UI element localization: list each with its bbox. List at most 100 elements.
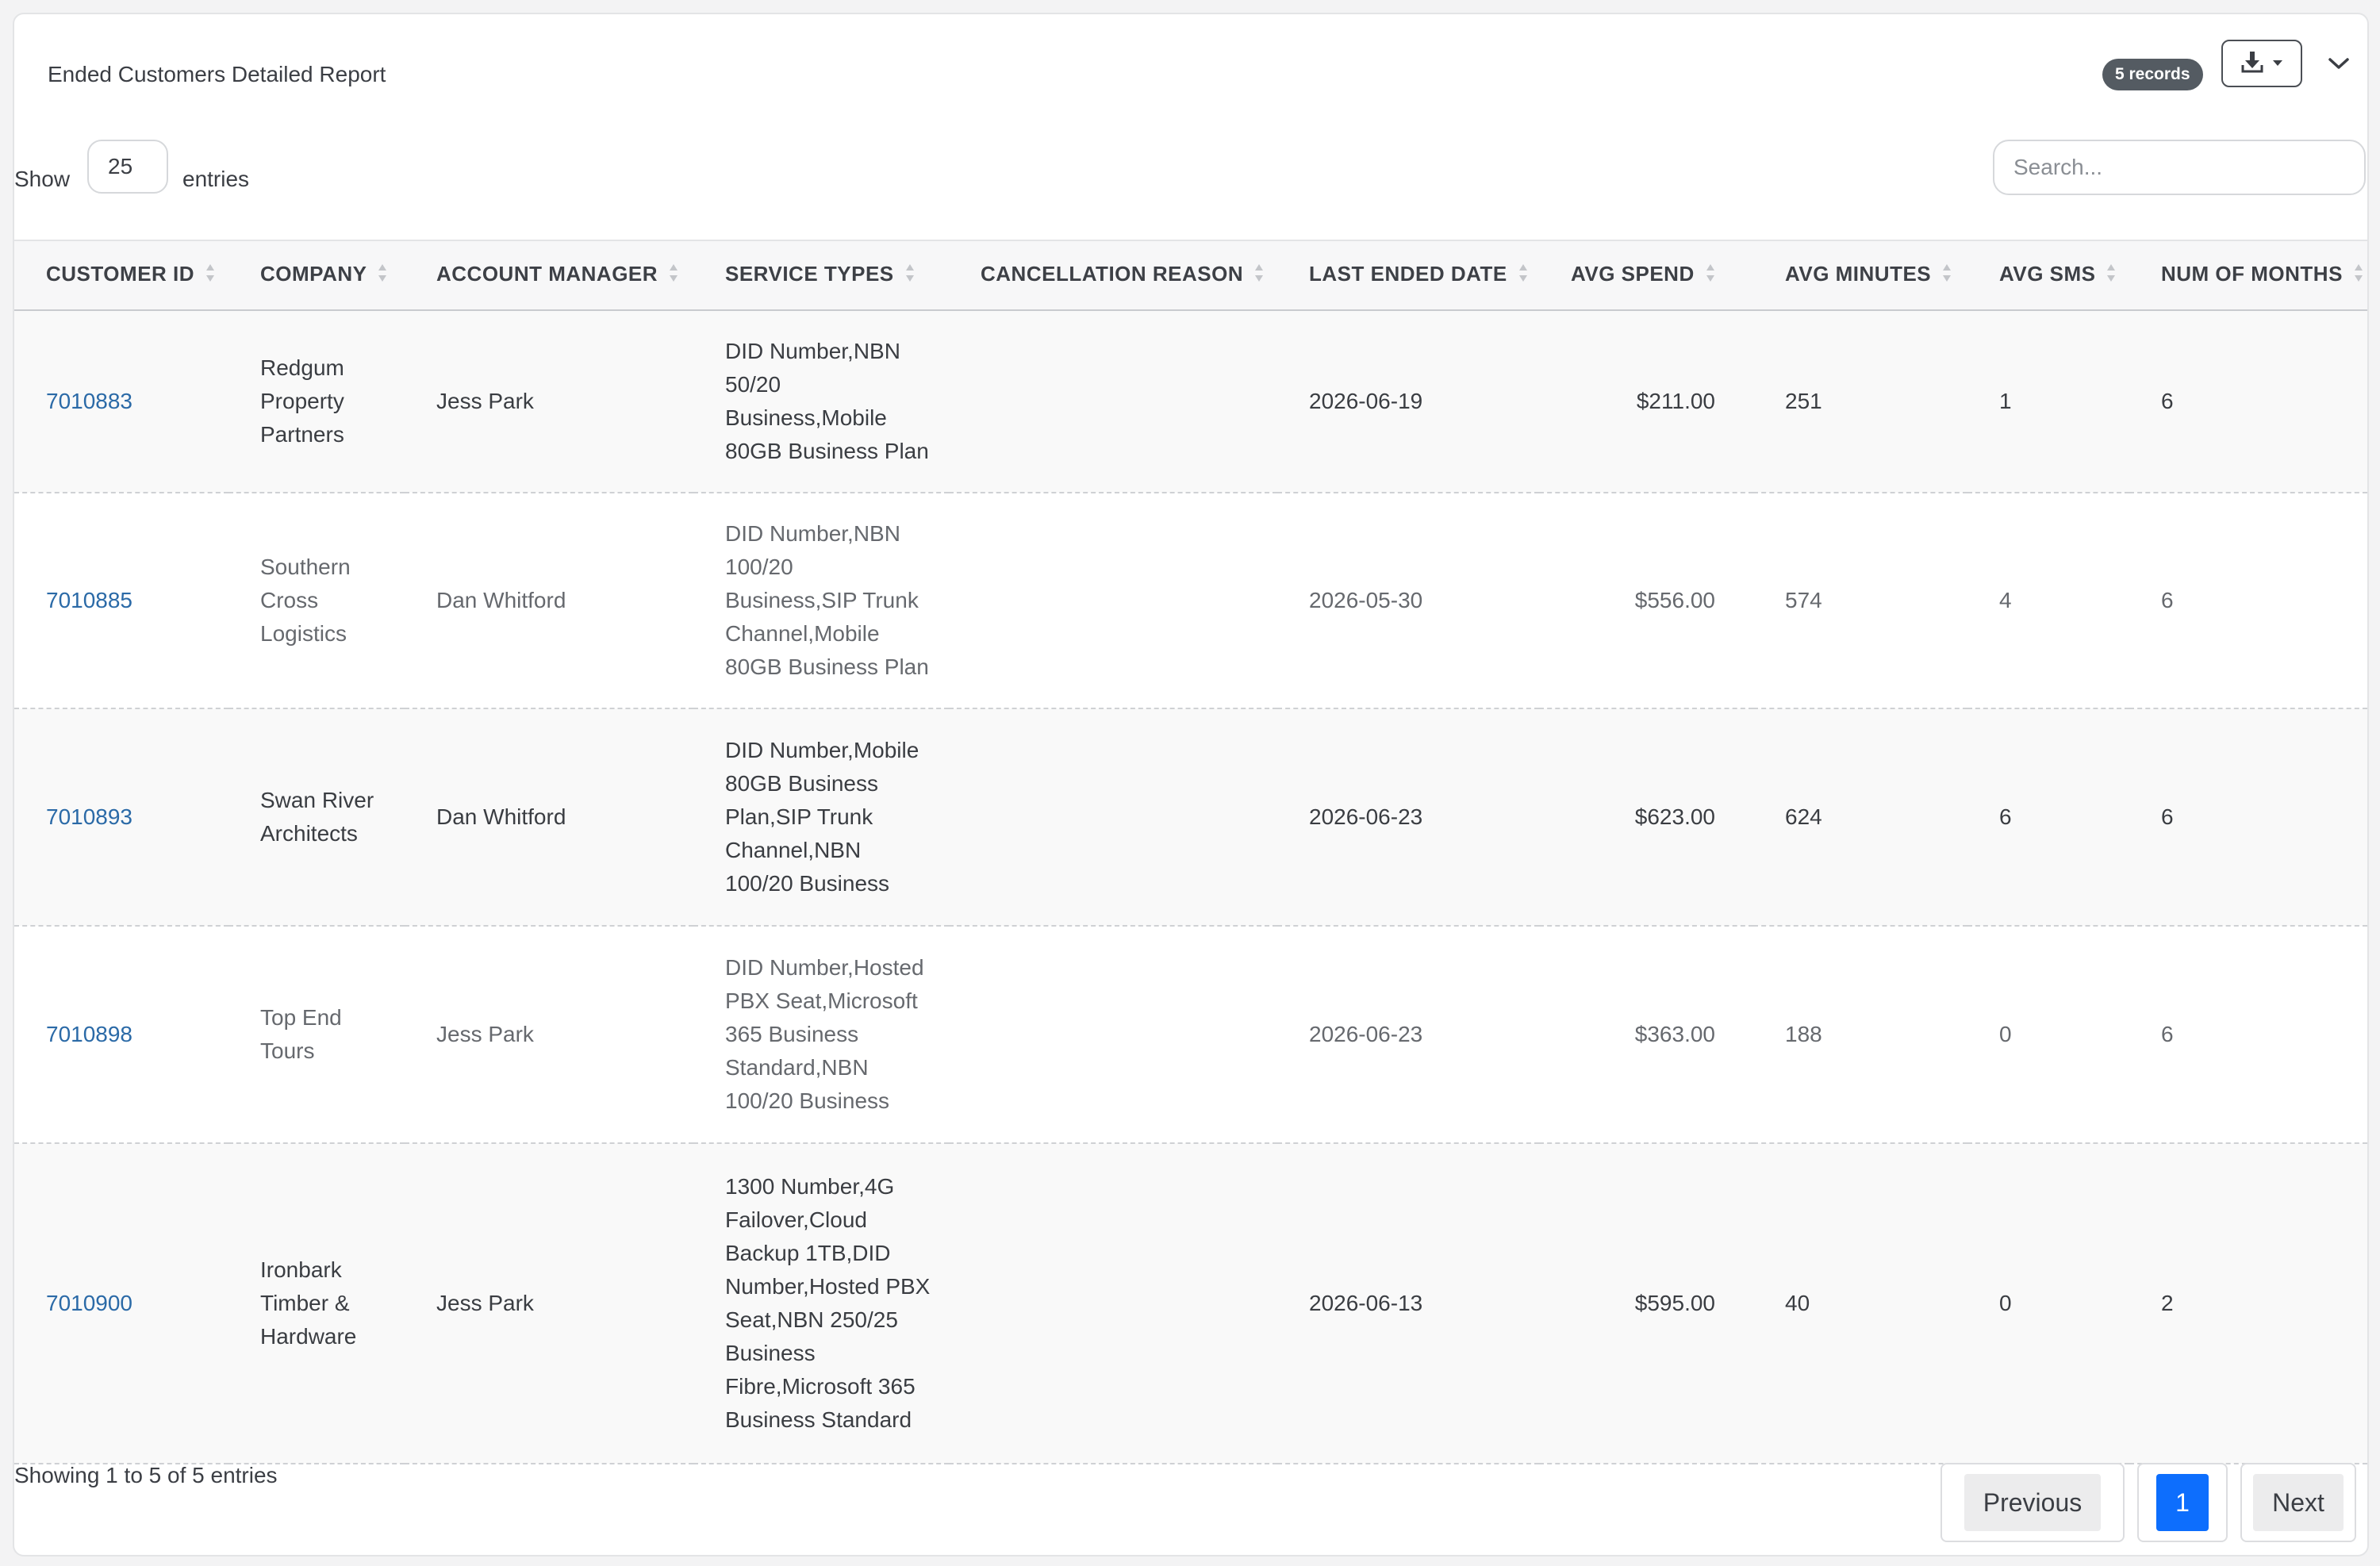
previous-page-button[interactable]: Previous xyxy=(1940,1463,2125,1542)
customer-id-link[interactable]: 7010885 xyxy=(46,588,132,612)
next-page-button[interactable]: Next xyxy=(2240,1463,2356,1542)
column-header-label: COMPANY xyxy=(260,262,367,286)
customer-id-link[interactable]: 7010893 xyxy=(46,804,132,829)
service_types-line: Standard,NBN xyxy=(725,1055,869,1080)
customer-id-link[interactable]: 7010898 xyxy=(46,1022,132,1046)
collapse-button[interactable] xyxy=(2324,51,2353,79)
last-ended-date-value: 2026-06-19 xyxy=(1309,389,1423,413)
next-label: Next xyxy=(2253,1474,2344,1531)
column-header-company[interactable]: COMPANY xyxy=(228,240,405,311)
avg-spend-value: $556.00 xyxy=(1634,588,1715,612)
column-header-service-types[interactable]: SERVICE TYPES xyxy=(693,240,949,311)
chevron-down-icon xyxy=(2328,56,2350,75)
num-of-months-value: 2 xyxy=(2161,1291,2174,1315)
service_types-line: Seat,NBN 250/25 xyxy=(725,1307,898,1332)
column-header-num-of-months[interactable]: NUM OF MONTHS xyxy=(2129,240,2367,311)
column-header-customer-id[interactable]: CUSTOMER ID xyxy=(14,240,228,311)
company-line: Property xyxy=(260,389,344,413)
customer-id-cell: 7010883 xyxy=(14,310,228,493)
service_types-line: Business xyxy=(725,1341,816,1365)
column-header-label: CANCELLATION REASON xyxy=(981,262,1244,286)
table-row[interactable]: 7010900 Ironbark Timber & Hardware Jess Park… xyxy=(14,1143,2367,1464)
customer-id-cell: 7010893 xyxy=(14,708,228,927)
avg-spend-value: $595.00 xyxy=(1634,1291,1715,1315)
column-header-avg-sms[interactable]: AVG SMS xyxy=(1967,240,2129,311)
report-title: Ended Customers Detailed Report xyxy=(48,62,386,86)
table-info: Showing 1 to 5 of 5 entries xyxy=(14,1463,278,1487)
service_types-line: Business Standard xyxy=(725,1407,912,1432)
customer-id-cell: 7010900 xyxy=(14,1143,228,1464)
column-header-avg-spend[interactable]: AVG SPEND xyxy=(1539,240,1753,311)
avg-sms-cell: 0 xyxy=(1967,1143,2129,1464)
service-types-cell: DID Number,NBN 100/20 Business,SIP Trunk Ch… xyxy=(693,493,949,709)
table-row[interactable]: 7010885 Southern Cross Logistics Dan Whitfor… xyxy=(14,493,2367,709)
column-header-account-manager[interactable]: ACCOUNT MANAGER xyxy=(405,240,693,311)
account-manager-cell: Jess Park xyxy=(405,926,693,1144)
column-header-cancellation-reason[interactable]: CANCELLATION REASON xyxy=(949,240,1277,311)
cancellation-reason-cell xyxy=(949,708,1277,927)
search-input[interactable] xyxy=(1993,140,2366,195)
avg-sms-value: 0 xyxy=(1999,1022,2012,1046)
cancellation-reason-cell xyxy=(949,493,1277,709)
avg-sms-value: 6 xyxy=(1999,804,2012,829)
last-ended-date-cell: 2026-06-23 xyxy=(1277,708,1539,927)
table-row[interactable]: 7010893 Swan River Architects Dan Whitford D… xyxy=(14,708,2367,927)
customer-id-link[interactable]: 7010900 xyxy=(46,1291,132,1315)
avg-sms-cell: 4 xyxy=(1967,493,2129,709)
download-button[interactable] xyxy=(2221,40,2302,87)
avg-minutes-cell: 188 xyxy=(1753,926,1967,1144)
company-line: Cross xyxy=(260,588,319,612)
service_types-line: DID Number,NBN xyxy=(725,339,900,363)
sort-icon xyxy=(905,263,915,289)
avg-sms-value: 1 xyxy=(1999,389,2012,413)
service_types-line: Backup 1TB,DID xyxy=(725,1241,891,1265)
table-body: 7010883 Redgum Property Partners Jess Park DI… xyxy=(14,310,2367,1464)
company-line: Top End xyxy=(260,1005,342,1030)
service_types-line: Fibre,Microsoft 365 xyxy=(725,1374,916,1399)
current-page-label: 1 xyxy=(2156,1474,2209,1531)
sort-icon xyxy=(2354,263,2363,289)
company-line: Tours xyxy=(260,1038,315,1063)
report-table: CUSTOMER ID COMPANY ACCOUNT MANAGER SERVICE… xyxy=(14,240,2367,1464)
service_types-line: DID Number,NBN xyxy=(725,521,900,546)
column-header-avg-minutes[interactable]: AVG MINUTES xyxy=(1753,240,1967,311)
company-line: Swan River xyxy=(260,788,374,812)
service_types-line: DID Number,Mobile xyxy=(725,738,919,762)
company-cell: Redgum Property Partners xyxy=(228,310,405,493)
sort-icon xyxy=(1942,263,1952,289)
service_types-line: Business,Mobile xyxy=(725,405,887,430)
avg-minutes-cell: 624 xyxy=(1753,708,1967,927)
service-types-cell: DID Number,Hosted PBX Seat,Microsoft 365 B… xyxy=(693,926,949,1144)
company-line: Architects xyxy=(260,821,358,846)
entries-per-page-select[interactable]: 25 xyxy=(87,140,168,194)
table-header-row: CUSTOMER ID COMPANY ACCOUNT MANAGER SERVICE… xyxy=(14,240,2367,311)
table-row[interactable]: 7010898 Top End Tours Jess Park DID Number,H… xyxy=(14,926,2367,1144)
company-cell: Top End Tours xyxy=(228,926,405,1144)
download-icon xyxy=(2240,51,2264,77)
table-row[interactable]: 7010883 Redgum Property Partners Jess Park DI… xyxy=(14,310,2367,493)
customer-id-cell: 7010885 xyxy=(14,493,228,709)
customer-id-cell: 7010898 xyxy=(14,926,228,1144)
num-of-months-cell: 6 xyxy=(2129,493,2367,709)
service_types-line: PBX Seat,Microsoft xyxy=(725,988,918,1013)
customer-id-link[interactable]: 7010883 xyxy=(46,389,132,413)
sort-icon xyxy=(1518,263,1528,289)
column-header-last-ended-date[interactable]: LAST ENDED DATE xyxy=(1277,240,1539,311)
service_types-line: Channel,NBN xyxy=(725,838,862,862)
page-1-button[interactable]: 1 xyxy=(2137,1463,2228,1542)
service_types-line: 80GB Business xyxy=(725,771,878,796)
last-ended-date-value: 2026-06-23 xyxy=(1309,1022,1423,1046)
records-badge: 5 records xyxy=(2102,59,2203,90)
company-line: Hardware xyxy=(260,1324,357,1349)
cancellation-reason-cell xyxy=(949,926,1277,1144)
service_types-line: 100/20 Business xyxy=(725,871,890,896)
avg-spend-cell: $556.00 xyxy=(1539,493,1753,709)
service_types-line: 100/20 xyxy=(725,555,793,579)
account-manager-value: Jess Park xyxy=(436,1022,534,1046)
company-cell: Southern Cross Logistics xyxy=(228,493,405,709)
avg-spend-value: $211.00 xyxy=(1636,389,1715,413)
num-of-months-cell: 6 xyxy=(2129,708,2367,927)
column-header-label: NUM OF MONTHS xyxy=(2161,262,2343,286)
last-ended-date-value: 2026-06-23 xyxy=(1309,804,1423,829)
account-manager-value: Dan Whitford xyxy=(436,804,566,829)
